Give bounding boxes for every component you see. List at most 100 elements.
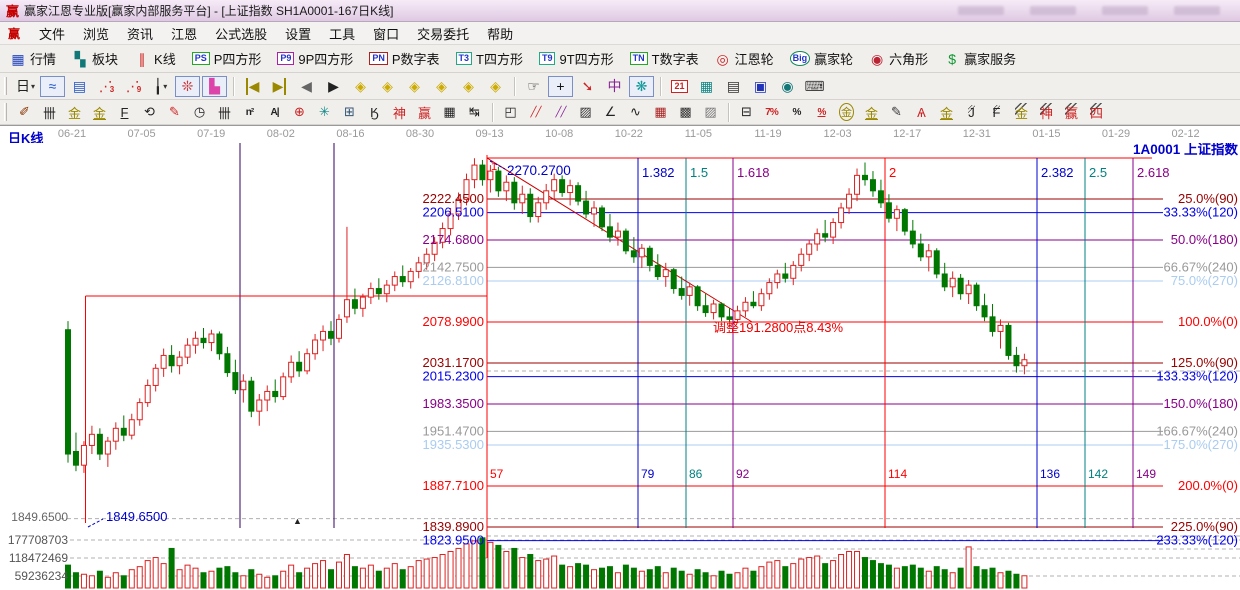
volume-profile-button[interactable]: ▙ (202, 76, 227, 97)
t-square-button[interactable]: T3T四方形 (448, 47, 531, 71)
chart-area[interactable]: 2222.450025.0%(90)2206.510033.33%(120)21… (0, 143, 1240, 590)
volume-bar (671, 568, 676, 588)
fence-ruler-2-button[interactable]: 卌 (213, 102, 236, 123)
dark-grid-button[interactable]: ▩ (674, 102, 697, 123)
t-number-table-button[interactable]: TNT数字表 (622, 47, 707, 71)
last-page-button[interactable]: ▶ (267, 76, 292, 97)
diamond-compress-button[interactable]: ◈ (456, 76, 481, 97)
fan-lines-red-button[interactable]: ╱╱ (524, 102, 547, 123)
diamond-hscale-button[interactable]: ◈ (402, 76, 427, 97)
pct-line-button[interactable]: % (810, 102, 833, 123)
calendar-button[interactable]: 21 (667, 76, 692, 97)
box-select-button[interactable]: ◰ (499, 102, 522, 123)
save-button[interactable]: ▣ (748, 76, 773, 97)
line-tool-button[interactable]: ➘ (575, 76, 600, 97)
gold-line-2-button[interactable]: 金 (935, 102, 958, 123)
seven-pct-button[interactable]: 7% (760, 102, 783, 123)
gold-circle-button[interactable]: 金 (835, 102, 858, 123)
n-square-button[interactable]: n² (238, 102, 261, 123)
wave-tool-button[interactable]: ≈ (40, 76, 65, 97)
clock-cycle-button[interactable]: ◷ (188, 102, 211, 123)
menu-3[interactable]: 江恩 (162, 22, 206, 45)
shen-fence-button[interactable]: 神 (388, 102, 411, 123)
diamond-shift-right-button[interactable]: ◈ (375, 76, 400, 97)
a-line-button[interactable]: A| (263, 102, 286, 123)
pencil-bars-button[interactable]: ✎ (885, 102, 908, 123)
diamond-expand-button[interactable]: ◈ (429, 76, 454, 97)
gann-fan-tool-button[interactable]: 中 (602, 76, 627, 97)
circle-cross-button[interactable]: ⊕ (288, 102, 311, 123)
crosshair-tool-button[interactable]: + (548, 76, 573, 97)
si-angle-button[interactable]: 四 (1085, 102, 1108, 123)
sectors-button[interactable]: ▚板块 (64, 47, 126, 71)
zigzag-button[interactable]: ∿ (624, 102, 647, 123)
period-day-button[interactable]: 日▾ (13, 76, 38, 97)
hexagon-button[interactable]: ◉六角形 (861, 47, 936, 71)
pct-button[interactable]: % (785, 102, 808, 123)
winner-service-button[interactable]: $赢家服务 (936, 47, 1024, 71)
gann-shape-button[interactable]: ❊ (175, 76, 200, 97)
menu-9[interactable]: 帮助 (478, 22, 522, 45)
calculator-button[interactable]: ▦ (694, 76, 719, 97)
candle-style-button[interactable]: ╽▾ (148, 76, 173, 97)
grid-star-button[interactable]: ⊞ (338, 102, 361, 123)
winner-wheel-button[interactable]: Big赢家轮 (782, 47, 862, 71)
toolbar-grip[interactable] (4, 103, 7, 121)
shen-angle-button[interactable]: 神 (1035, 102, 1058, 123)
gold-fence-1-button[interactable]: 金 (63, 102, 86, 123)
draw-knife-button[interactable]: ✐ (13, 102, 36, 123)
grid-123-button[interactable]: ▦ (438, 102, 461, 123)
span-arrows-button[interactable]: ↹ (463, 102, 486, 123)
red-grid-button[interactable]: ▦ (649, 102, 672, 123)
smart-analysis-button[interactable]: ❋ (629, 76, 654, 97)
gold-fence-2-button[interactable]: 金 (88, 102, 111, 123)
menu-7[interactable]: 窗口 (364, 22, 408, 45)
gann-wheel-button[interactable]: ◎江恩轮 (707, 47, 782, 71)
gold-line-button[interactable]: 金 (860, 102, 883, 123)
hatch-lines-button[interactable]: ▨ (699, 102, 722, 123)
nine-p-square-button[interactable]: P99P四方形 (269, 47, 361, 71)
diamond-shift-left-button[interactable]: ◈ (348, 76, 373, 97)
ying-angle-button[interactable]: 赢 (1060, 102, 1083, 123)
menu-6[interactable]: 工具 (320, 22, 364, 45)
star-burst-button[interactable]: ✳ (313, 102, 336, 123)
ying-fence-button[interactable]: 赢 (413, 102, 436, 123)
memo-button[interactable]: ▤ (721, 76, 746, 97)
p-number-table-button[interactable]: PNP数字表 (361, 47, 447, 71)
gold-angle-button[interactable]: 金 (1010, 102, 1033, 123)
spiral-button[interactable]: ⟲ (138, 102, 161, 123)
shaded-fan-button[interactable]: ▨ (574, 102, 597, 123)
k-mark-button[interactable]: Ӄ (363, 102, 386, 123)
f-angle-button[interactable]: F (985, 102, 1008, 123)
stair-3-button[interactable]: ⋰3 (94, 76, 119, 97)
menu-0[interactable]: 文件 (30, 22, 74, 45)
angle-line-button[interactable]: ∠ (599, 102, 622, 123)
next-page-button[interactable]: ▶ (321, 76, 346, 97)
menu-1[interactable]: 浏览 (74, 22, 118, 45)
hand-tool-button[interactable]: ☞ (521, 76, 546, 97)
fence-ruler-button[interactable]: 卌 (38, 102, 61, 123)
fan-lines-purple-button[interactable]: ╱╱ (549, 102, 572, 123)
first-page-button[interactable]: ◀ (240, 76, 265, 97)
stair-9-button[interactable]: ⋰9 (121, 76, 146, 97)
menu-5[interactable]: 设置 (276, 22, 320, 45)
red-pencil-button[interactable]: ✎ (163, 102, 186, 123)
diamond-fullview-button[interactable]: ◈ (483, 76, 508, 97)
info-document-button[interactable]: ▤ (67, 76, 92, 97)
menu-4[interactable]: 公式选股 (206, 22, 276, 45)
menu-2[interactable]: 资讯 (118, 22, 162, 45)
pc-data-button[interactable]: ⌨ (802, 76, 827, 97)
prev-page-button[interactable]: ◀ (294, 76, 319, 97)
price-list-button[interactable]: ⊟ (735, 102, 758, 123)
j-angle-button[interactable]: J (960, 102, 983, 123)
nine-t-square-button[interactable]: T99T四方形 (531, 47, 622, 71)
kline-button[interactable]: ∥K线 (126, 47, 184, 71)
volume-bar (201, 573, 206, 588)
toolbar-grip[interactable] (4, 77, 7, 95)
menu-8[interactable]: 交易委托 (408, 22, 478, 45)
market-quotes-button[interactable]: ▦行情 (2, 47, 64, 71)
data-download-button[interactable]: ◉ (775, 76, 800, 97)
f-fence-button[interactable]: F (113, 102, 136, 123)
wave-marker-button[interactable]: Ѧ (910, 102, 933, 123)
p-square-button[interactable]: PSP四方形 (184, 47, 270, 71)
